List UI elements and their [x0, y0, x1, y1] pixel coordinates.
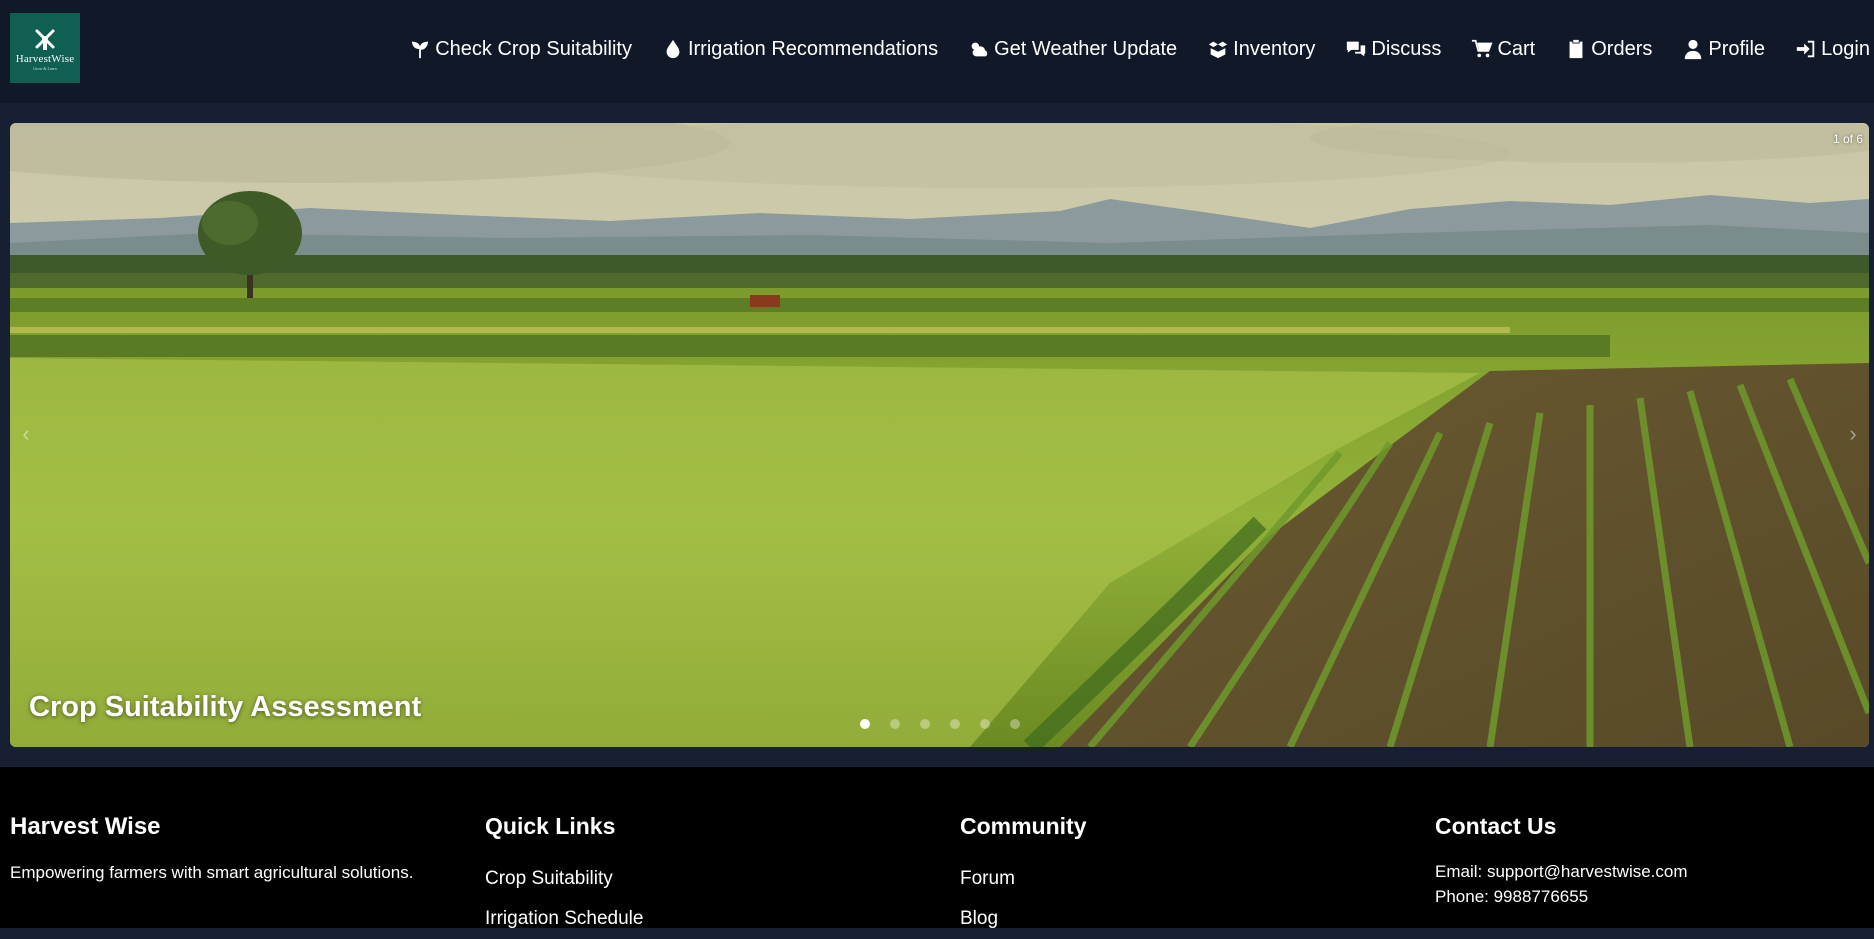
nav-inventory[interactable]: Inventory: [1207, 38, 1315, 61]
windmill-icon: [35, 29, 55, 50]
footer-contact: Contact Us Email: support@harvestwise.co…: [1435, 813, 1865, 909]
seedling-icon: [411, 41, 429, 59]
harvestwise-logo[interactable]: HarvestWise Grow & Learn: [10, 13, 80, 83]
carousel-dot[interactable]: [950, 719, 960, 729]
cart-icon: [1472, 39, 1493, 58]
nav-irrigation-recommendations[interactable]: Irrigation Recommendations: [662, 38, 938, 61]
contact-email: Email: support@harvestwise.com: [1435, 862, 1688, 881]
nav-label: Orders: [1591, 37, 1653, 60]
nav-profile[interactable]: Profile: [1682, 38, 1765, 61]
chevron-left-icon: ‹: [22, 421, 30, 446]
login-icon: [1796, 40, 1815, 58]
farmland-slide-image: [10, 123, 1869, 747]
contact-phone: Phone: 9988776655: [1435, 887, 1589, 906]
nav-label: Inventory: [1233, 37, 1316, 60]
carousel-dot[interactable]: [890, 719, 900, 729]
carousel-next-button[interactable]: ›: [1841, 419, 1865, 449]
chat-bubbles-icon: [1347, 41, 1366, 57]
nav-label: Check Crop Suitability: [435, 37, 632, 60]
footer-heading: Contact Us: [1435, 813, 1557, 839]
carousel-prev-button[interactable]: ‹: [14, 419, 38, 449]
carousel-indicators: [860, 719, 1040, 729]
site-footer: Harvest Wise Empowering farmers with sma…: [0, 767, 1874, 929]
weather-cloud-icon: [968, 38, 988, 57]
nav-label: Login: [1821, 37, 1870, 60]
nav-label: Cart: [1497, 37, 1536, 60]
logo-text: HarvestWise: [15, 52, 75, 65]
nav-discuss[interactable]: Discuss: [1345, 38, 1441, 61]
nav-login[interactable]: Login: [1795, 38, 1870, 61]
footer-community: Community Forum Blog: [960, 813, 1420, 939]
carousel-dot[interactable]: [1010, 719, 1020, 729]
footer-link-irrigation-schedule[interactable]: Irrigation Schedule: [485, 899, 945, 939]
nav-label: Discuss: [1371, 37, 1442, 60]
slide-caption: Crop Suitability Assessment: [29, 691, 422, 723]
chevron-right-icon: ›: [1849, 421, 1857, 446]
footer-quick-links: Quick Links Crop Suitability Irrigation …: [485, 813, 945, 939]
footer-heading: Quick Links: [485, 813, 616, 839]
footer-link-blog[interactable]: Blog: [960, 899, 1420, 939]
footer-link-crop-suitability[interactable]: Crop Suitability: [485, 859, 945, 899]
nav-label: Profile: [1708, 37, 1766, 60]
hero-carousel[interactable]: 1 of 6 ‹ › Crop Suitability Assessment: [10, 123, 1869, 747]
droplet-icon: [666, 39, 680, 59]
footer-link-forum[interactable]: Forum: [960, 859, 1420, 899]
footer-about: Harvest Wise Empowering farmers with sma…: [10, 813, 470, 885]
user-icon: [1685, 39, 1702, 60]
nav-orders[interactable]: Orders: [1565, 38, 1652, 61]
nav-check-crop-suitability[interactable]: Check Crop Suitability: [409, 38, 632, 61]
carousel-dot[interactable]: [920, 719, 930, 729]
footer-heading: Community: [960, 813, 1087, 839]
logo-subtext: Grow & Learn: [33, 65, 57, 71]
clipboard-icon: [1569, 39, 1583, 59]
nav-links: Check Crop Suitability Irrigation Recomm…: [379, 0, 1870, 98]
nav-cart[interactable]: Cart: [1471, 38, 1535, 61]
footer-brand-title: Harvest Wise: [10, 813, 161, 840]
carousel-dot[interactable]: [980, 719, 990, 729]
nav-label: Get Weather Update: [994, 37, 1178, 60]
nav-label: Irrigation Recommendations: [687, 37, 939, 60]
nav-get-weather-update[interactable]: Get Weather Update: [968, 38, 1177, 61]
open-box-icon: [1208, 41, 1228, 59]
slide-counter: 1 of 6: [1832, 132, 1863, 146]
footer-tagline: Empowering farmers with smart agricultur…: [10, 863, 414, 882]
carousel-dot[interactable]: [860, 719, 870, 729]
top-navbar: HarvestWise Grow & Learn Check Crop Suit…: [0, 0, 1874, 103]
